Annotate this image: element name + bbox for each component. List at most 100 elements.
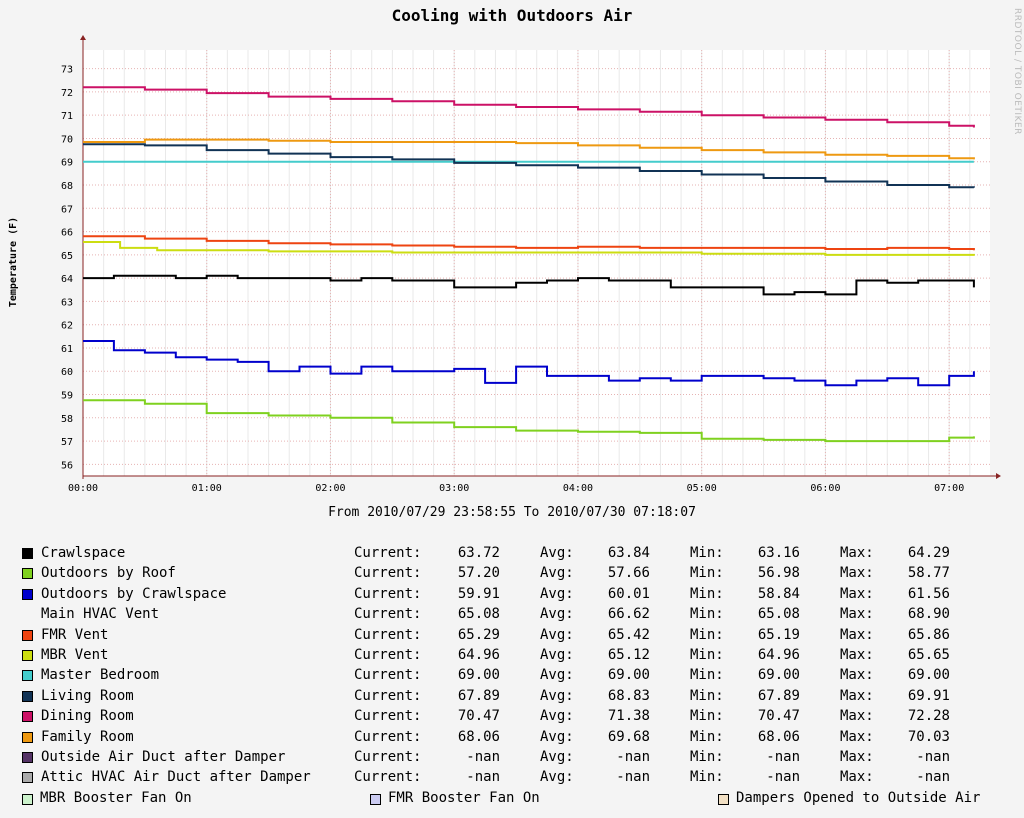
max-label: Max:	[840, 769, 874, 786]
min-label: Min:	[690, 687, 724, 704]
legend-series-name: FMR Vent	[41, 626, 109, 643]
max-value: -nan	[916, 749, 950, 765]
avg-label: Avg:	[540, 708, 574, 725]
y-tick-label: 67	[61, 204, 73, 215]
current-value: 59.91	[457, 585, 500, 602]
max-label: Max:	[840, 667, 874, 684]
legend-row: Main HVAC Vent Current: 65.08 Avg: 66.62 Min:…	[0, 605, 1024, 625]
current-label: Current:	[354, 545, 422, 561]
y-tick-label: 57	[61, 437, 73, 448]
y-tick-label: 63	[61, 297, 73, 308]
current-value: 70.47	[457, 708, 500, 725]
min-label: Min:	[690, 728, 724, 745]
legend-row: Outside Air Duct after Damper Current: -na…	[0, 748, 1024, 768]
min-label: Min:	[690, 565, 724, 582]
legend-row: Family Room Current: 68.06 Avg: 69.68 Min: 68.…	[0, 728, 1024, 748]
legend-series-name: Outdoors by Roof	[41, 565, 176, 582]
min-value: 58.84	[757, 585, 800, 602]
min-label: Min:	[690, 585, 724, 602]
max-value: 72.28	[907, 708, 950, 725]
legend-swatch	[22, 650, 33, 661]
max-value: 68.90	[907, 606, 950, 623]
avg-label: Avg:	[540, 687, 574, 704]
max-value: 65.86	[907, 626, 950, 643]
avg-value: 69.00	[607, 667, 650, 684]
legend-swatch	[718, 793, 729, 805]
extra-legend-row: MBR Booster Fan On FMR Booster Fan On Damp…	[0, 789, 1024, 809]
legend-swatch	[22, 752, 33, 763]
min-label: Min:	[690, 545, 724, 561]
x-tick-label: 03:00	[439, 483, 469, 494]
y-tick-label: 58	[61, 414, 73, 425]
min-value: 64.96	[757, 647, 800, 663]
max-value: 64.29	[907, 545, 950, 561]
x-tick-label: 07:00	[934, 483, 964, 494]
time-range-text: From 2010/07/29 23:58:55 To 2010/07/30 0…	[328, 505, 696, 520]
y-axis-arrow	[80, 35, 86, 40]
current-value: 63.72	[457, 545, 500, 561]
legend-series-name: Crawlspace	[41, 545, 126, 561]
x-tick-label: 00:00	[68, 483, 98, 494]
current-label: Current:	[354, 626, 422, 643]
min-label: Min:	[690, 769, 724, 786]
avg-label: Avg:	[540, 545, 574, 561]
avg-value: -nan	[616, 769, 650, 786]
avg-label: Avg:	[540, 647, 574, 663]
legend-swatch	[370, 793, 381, 805]
current-value: -nan	[466, 769, 500, 786]
legend-row: Outdoors by Roof Current: 57.20 Avg: 57.66 Mi…	[0, 564, 1024, 584]
avg-label: Avg:	[540, 565, 574, 582]
y-tick-label: 66	[61, 228, 73, 239]
avg-value: 65.12	[607, 647, 650, 663]
y-tick-label: 71	[61, 111, 73, 122]
max-value: 70.03	[907, 728, 950, 745]
current-label: Current:	[354, 606, 422, 623]
current-label: Current:	[354, 728, 422, 745]
legend-series-name: MBR Vent	[41, 647, 109, 663]
y-tick-label: 65	[61, 251, 73, 262]
avg-label: Avg:	[540, 667, 574, 684]
avg-label: Avg:	[540, 626, 574, 643]
min-value: 69.00	[757, 667, 800, 684]
legend-row: Outdoors by Crawlspace Current: 59.91 Avg: 6…	[0, 585, 1024, 605]
legend-series-name: MBR Booster Fan On	[40, 789, 192, 806]
current-value: -nan	[466, 749, 500, 765]
legend-swatch	[22, 629, 33, 641]
max-value: 65.65	[907, 647, 950, 663]
min-value: 65.08	[757, 606, 800, 623]
y-tick-label: 64	[61, 274, 73, 285]
max-label: Max:	[840, 606, 874, 623]
avg-value: -nan	[616, 749, 650, 765]
avg-label: Avg:	[540, 585, 574, 602]
legend-row: MBR Vent Current: 64.96 Avg: 65.12 Min: 64.96 M…	[0, 646, 1024, 666]
legend-row: Master Bedroom Current: 69.00 Avg: 69.00 Min:…	[0, 666, 1024, 686]
max-label: Max:	[840, 626, 874, 643]
current-value: 64.96	[457, 647, 500, 663]
max-value: 69.91	[907, 687, 950, 704]
max-value: 58.77	[907, 565, 950, 582]
avg-label: Avg:	[540, 769, 574, 786]
max-label: Max:	[840, 545, 874, 561]
current-value: 68.06	[457, 728, 500, 745]
min-value: 68.06	[757, 728, 800, 745]
y-tick-label: 59	[61, 391, 73, 402]
min-label: Min:	[690, 626, 724, 643]
min-value: 70.47	[757, 708, 800, 725]
legend-row: Crawlspace Current: 63.72 Avg: 63.84 Min: 63.1…	[0, 544, 1024, 564]
current-value: 57.20	[457, 565, 500, 582]
current-label: Current:	[354, 585, 422, 602]
current-label: Current:	[354, 708, 422, 725]
legend-series-name: Outdoors by Crawlspace	[41, 585, 227, 602]
current-label: Current:	[354, 565, 422, 582]
y-tick-label: 60	[61, 367, 73, 378]
min-value: 67.89	[757, 687, 800, 704]
max-label: Max:	[840, 565, 874, 582]
x-tick-label: 05:00	[687, 483, 717, 494]
y-axis-label: Temperature (F)	[8, 217, 19, 307]
legend-series-name: Dining Room	[41, 708, 134, 725]
current-value: 65.29	[457, 626, 500, 643]
avg-value: 65.42	[607, 626, 650, 643]
max-label: Max:	[840, 687, 874, 704]
legend-series-name: Main HVAC Vent	[41, 606, 160, 623]
y-tick-label: 73	[61, 65, 73, 76]
